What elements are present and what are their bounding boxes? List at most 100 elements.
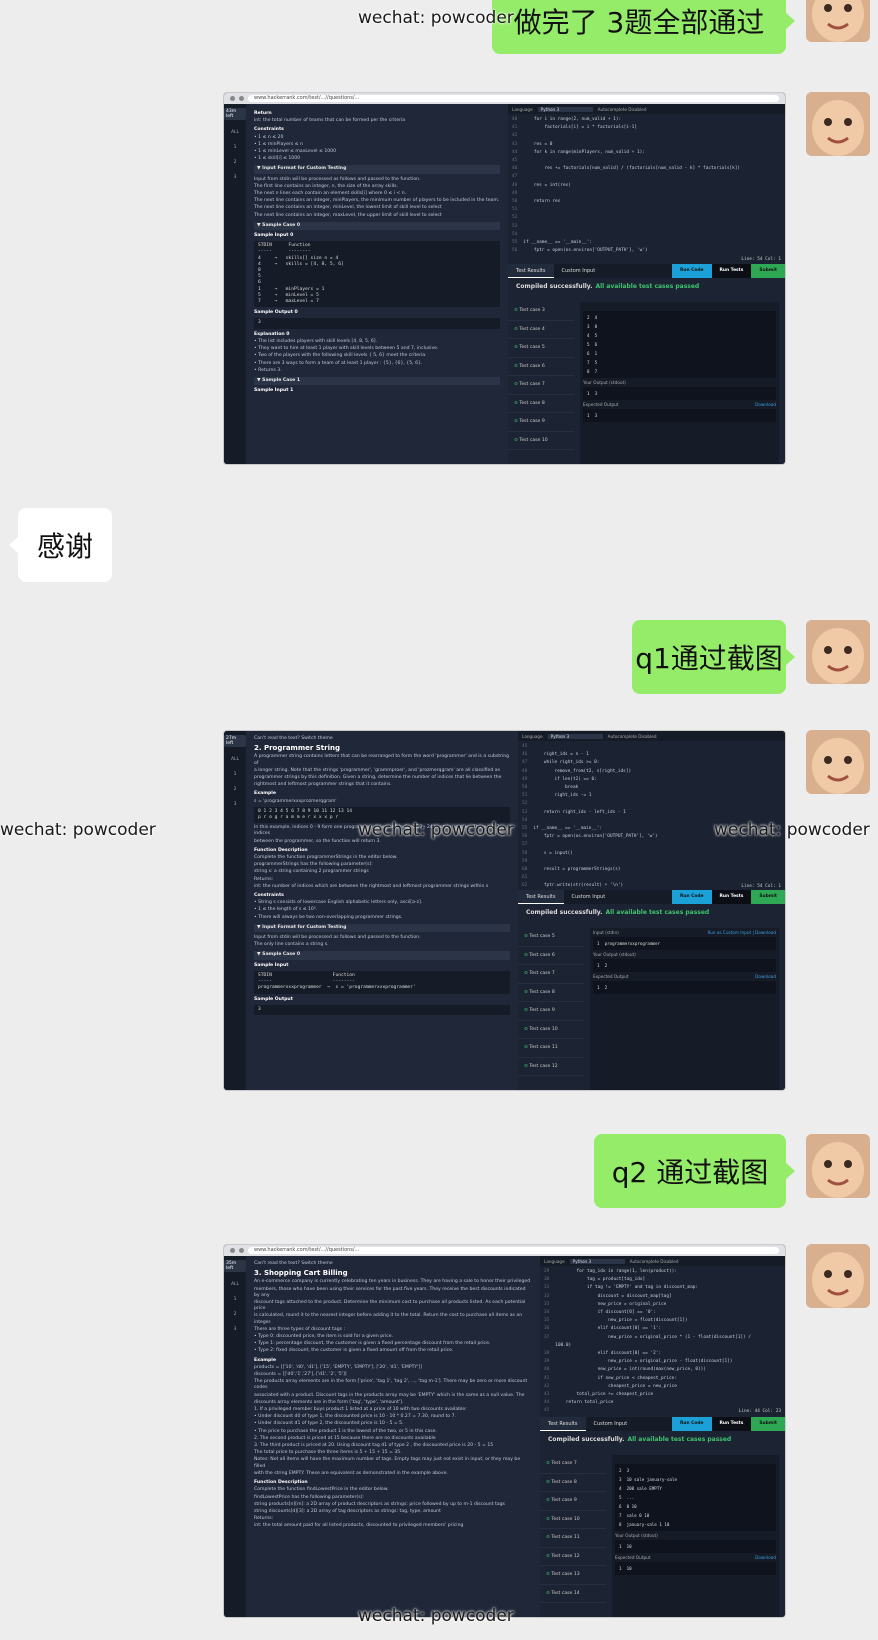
section-label: Sample Input 1 [254,388,294,394]
problem-text: • 1 ≤ skill[i] ≤ 1000 [254,156,301,162]
section-header[interactable]: ▼ Sample Case 1 [254,376,500,386]
section-header[interactable]: ▼ Sample Case 0 [254,951,510,960]
test-case-item[interactable]: Test case 8 [508,395,574,413]
line-number: 30 [544,1277,550,1283]
tab-test-results[interactable]: Test Results [518,890,564,904]
test-case-item[interactable]: Test case 10 [518,1021,584,1039]
detail-label-row: Your Output (stdout) [580,378,779,387]
line-number: 56 [522,834,528,840]
results-tabbar: Test Results Custom Input Run Code Run Test… [508,264,785,278]
avatar[interactable] [806,92,870,156]
section-header[interactable]: ▼ Input Format for Custom Testing [254,165,500,174]
rail-item: 3 [233,175,237,180]
run-tests-button[interactable]: Run Tests [711,890,752,904]
message-text: q2 通过截图 [611,1156,769,1189]
test-case-item[interactable]: Test case 6 [508,358,574,376]
avatar[interactable] [806,730,870,794]
download-link[interactable]: Download [755,1555,776,1560]
code-line: if __name__ == '__main__': [523,240,593,246]
test-case-item[interactable]: Test case 6 [518,947,584,965]
submit-button[interactable]: Submit [751,1417,785,1431]
section-header[interactable]: ▼ Sample Case 0 [254,221,500,231]
line-number: 45 [522,744,528,749]
submit-button[interactable]: Submit [751,264,785,278]
test-case-item[interactable]: Test case 10 [508,432,574,450]
tab-test-results[interactable]: Test Results [540,1417,586,1431]
run-tests-button[interactable]: Run Tests [711,1417,752,1431]
screenshot-image-q2[interactable]: www.hackerrank.com/test/...//questions/.… [223,1244,786,1618]
problem-text: with the string EMPTY. These are equival… [254,1470,448,1476]
download-link[interactable]: Run as Custom Input | Download [707,930,776,935]
line-number: 47 [522,760,528,766]
code-line: fptr = open(os.environ['OUTPUT_PATH'], '… [523,248,648,254]
language-select: Python 3 [537,106,593,112]
line-number: 45 [512,158,518,164]
tab-custom-input[interactable]: Custom Input [586,1417,636,1431]
test-case-item[interactable]: Test case 14 [540,1585,606,1603]
test-case-item[interactable]: Test case 11 [518,1039,584,1058]
section-label: Function Description [254,1480,308,1486]
test-case-item[interactable]: Test case 13 [540,1566,606,1585]
test-case-item[interactable]: Test case 7 [508,376,574,395]
line-number [544,1343,549,1348]
message-bubble-sent[interactable]: q2 通过截图 [594,1134,795,1208]
run-tests-button[interactable]: Run Tests [711,264,752,278]
test-case-item[interactable]: Test case 5 [518,928,584,947]
test-case-item[interactable]: Test case 9 [540,1492,606,1511]
test-case-item[interactable]: Test case 7 [540,1455,606,1474]
test-case-item[interactable]: Test case 11 [540,1529,606,1548]
message-bubble-received[interactable]: 感谢 [9,508,112,582]
test-case-item[interactable]: Test case 8 [518,984,584,1002]
tab-custom-input[interactable]: Custom Input [564,890,614,904]
run-code-button[interactable]: Run Code [671,1417,712,1431]
tab-test-results[interactable]: Test Results [508,264,554,278]
download-link[interactable]: Download [755,402,776,407]
problem-text: 1. If a privileged member buys product 1… [254,1407,467,1413]
test-case-item[interactable]: Test case 10 [540,1511,606,1529]
problem-text: An e-commerce company is currently celeb… [254,1279,531,1285]
test-case-item[interactable]: Test case 3 [508,302,574,321]
code-line: new_price = float(discount[1]) [555,1318,688,1324]
problem-text: The next line contains an integer, minLe… [254,205,442,211]
autocomplete-label: Autocomplete Disabled [629,1258,679,1264]
section-header[interactable]: ▼ Input Format for Custom Testing [254,923,510,933]
results-tabbar: Test Results Custom Input Run Code Run Test… [518,890,785,904]
question-rail: 43m left ALL 1 2 3 [224,104,246,464]
passed-text: All available test cases passed [627,1436,732,1443]
code-line: for tag_idx in range(1, len(product)): [555,1269,677,1274]
test-case-item[interactable]: Test case 7 [518,965,584,984]
problem-text: • There are 3 ways to form a team of at … [254,360,423,366]
message-bubble-sent[interactable]: q1通过截图 [632,620,795,694]
test-case-item[interactable]: Test case 5 [508,339,574,358]
run-code-button[interactable]: Run Code [671,890,712,904]
download-link[interactable]: Download [755,974,776,979]
code-line: right_ids -= 1 [533,793,592,799]
code-line: if tag != 'EMPTY' and tag in discount_ma… [555,1285,699,1291]
test-case-list: Test case 5Test case 6Test case 7Test ca… [518,928,584,1090]
problem-text: • The price to purchase the product 1 is… [254,1428,437,1434]
test-case-item[interactable]: Test case 9 [508,413,574,432]
test-case-item[interactable]: Test case 12 [518,1058,584,1076]
tab-custom-input[interactable]: Custom Input [554,264,604,278]
rail-item: 3 [233,802,237,807]
test-case-item[interactable]: Test case 8 [540,1474,606,1492]
message-bubble-sent[interactable]: 做完了 3题全部通过 [492,0,795,54]
detail-label-row [612,1455,779,1464]
test-case-item[interactable]: Test case 12 [540,1548,606,1566]
run-code-button[interactable]: Run Code [671,264,712,278]
test-case-item[interactable]: Test case 4 [508,321,574,339]
submit-button[interactable]: Submit [751,890,785,904]
avatar[interactable] [806,1244,870,1308]
message-text: 感谢 [36,530,93,563]
section-label: Constraints [254,893,284,899]
screenshot-image-q1[interactable]: 27m left ALL 1 2 3 Can't read the text? … [223,730,786,1091]
avatar[interactable] [806,620,870,684]
line-number: 51 [522,793,528,799]
problem-title: 3. Shopping Cart Billing [254,1269,348,1278]
screenshot-image-q-set[interactable]: www.hackerrank.com/test/...//questions/.… [223,92,786,465]
problem-text: • Type 2: fixed discount, the customer i… [254,1348,454,1354]
avatar[interactable] [806,0,870,42]
test-case-item[interactable]: Test case 9 [518,1002,584,1021]
line-number: 37 [544,1334,550,1340]
avatar[interactable] [806,1134,870,1198]
